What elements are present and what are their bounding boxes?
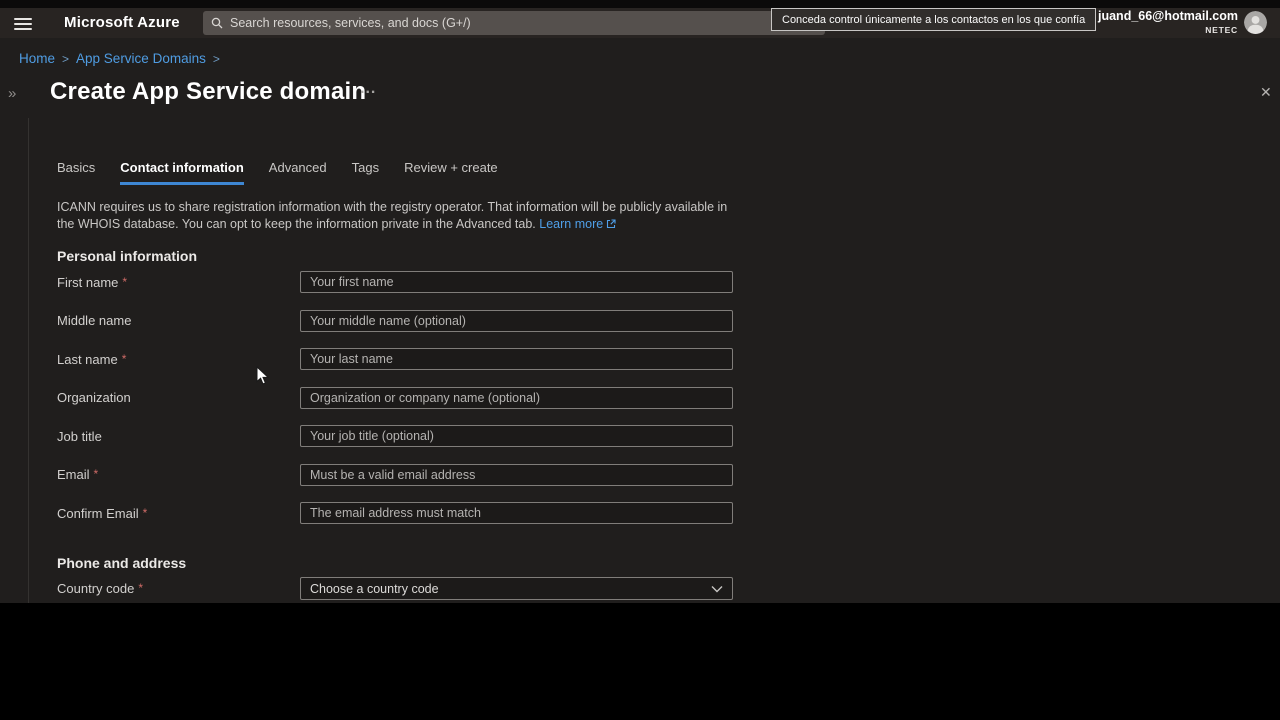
breadcrumb-separator-icon: > bbox=[62, 52, 69, 66]
tab-contact-information[interactable]: Contact information bbox=[120, 160, 244, 185]
avatar[interactable] bbox=[1244, 11, 1267, 34]
account-tenant: NETEC bbox=[1080, 26, 1238, 35]
search-input[interactable] bbox=[230, 16, 817, 30]
required-asterisk: * bbox=[122, 275, 127, 289]
last-name-label: Last name* bbox=[57, 352, 300, 367]
email-row: Email* bbox=[57, 464, 733, 486]
first-name-row: First name* bbox=[57, 271, 733, 293]
email-label: Email* bbox=[57, 467, 300, 482]
tooltip-text: Conceda control únicamente a los contact… bbox=[782, 14, 1085, 26]
middle-name-label: Middle name bbox=[57, 313, 300, 328]
breadcrumb-home[interactable]: Home bbox=[19, 51, 55, 66]
page-title: Create App Service domain bbox=[50, 78, 366, 106]
person-icon bbox=[1244, 11, 1267, 34]
chevron-down-icon bbox=[711, 585, 723, 593]
tab-tags[interactable]: Tags bbox=[352, 160, 379, 185]
middle-name-row: Middle name bbox=[57, 310, 733, 332]
last-name-row: Last name* bbox=[57, 348, 733, 370]
close-icon[interactable]: ✕ bbox=[1260, 84, 1272, 101]
tooltip-bubble: Conceda control únicamente a los contact… bbox=[771, 8, 1096, 31]
tab-review-create[interactable]: Review + create bbox=[404, 160, 498, 185]
external-link-icon bbox=[606, 217, 616, 234]
hamburger-menu-icon[interactable] bbox=[14, 15, 32, 30]
job-title-row: Job title bbox=[57, 425, 733, 447]
breadcrumb-app-service-domains[interactable]: App Service Domains bbox=[76, 51, 206, 66]
confirm-email-label: Confirm Email* bbox=[57, 506, 300, 521]
top-nav-bar: Microsoft Azure Conceda control únicamen… bbox=[0, 8, 1280, 38]
organization-row: Organization bbox=[57, 387, 733, 409]
expand-panel-icon[interactable]: » bbox=[8, 85, 16, 102]
first-name-label: First name* bbox=[57, 275, 300, 290]
last-name-input[interactable] bbox=[300, 348, 733, 370]
first-name-input[interactable] bbox=[300, 271, 733, 293]
azure-portal-window: Microsoft Azure Conceda control únicamen… bbox=[0, 0, 1280, 720]
top-strip bbox=[0, 0, 1280, 8]
job-title-label: Job title bbox=[57, 429, 300, 444]
required-asterisk: * bbox=[138, 581, 143, 595]
learn-more-link[interactable]: Learn more bbox=[539, 217, 616, 231]
country-code-row: Country code* Choose a country code bbox=[57, 577, 733, 600]
tab-basics[interactable]: Basics bbox=[57, 160, 95, 185]
required-asterisk: * bbox=[122, 352, 127, 366]
account-email: juand_66@hotmail.com bbox=[1080, 10, 1238, 24]
global-search-box[interactable] bbox=[203, 11, 825, 35]
organization-input[interactable] bbox=[300, 387, 733, 409]
tab-advanced[interactable]: Advanced bbox=[269, 160, 327, 185]
create-app-service-domain-blade: » Home > App Service Domains > Create Ap… bbox=[0, 38, 1280, 603]
phone-and-address-heading: Phone and address bbox=[57, 555, 186, 571]
email-input[interactable] bbox=[300, 464, 733, 486]
icann-info-text: ICANN requires us to share registration … bbox=[57, 199, 747, 234]
confirm-email-row: Confirm Email* bbox=[57, 502, 733, 524]
search-icon bbox=[211, 17, 223, 29]
confirm-email-input[interactable] bbox=[300, 502, 733, 524]
country-code-dropdown[interactable]: Choose a country code bbox=[300, 577, 733, 600]
breadcrumb-separator-icon: > bbox=[213, 52, 220, 66]
country-code-label: Country code* bbox=[57, 581, 300, 596]
required-asterisk: * bbox=[143, 506, 148, 520]
breadcrumb: Home > App Service Domains > bbox=[19, 51, 220, 66]
bottom-letterbox bbox=[0, 603, 1280, 720]
left-rail-divider bbox=[28, 118, 29, 603]
personal-information-heading: Personal information bbox=[57, 248, 197, 264]
country-code-value: Choose a country code bbox=[310, 582, 439, 596]
wizard-tabs: Basics Contact information Advanced Tags… bbox=[57, 160, 523, 185]
azure-logo[interactable]: Microsoft Azure bbox=[64, 14, 180, 31]
required-asterisk: * bbox=[94, 467, 99, 481]
job-title-input[interactable] bbox=[300, 425, 733, 447]
organization-label: Organization bbox=[57, 390, 300, 405]
account-info[interactable]: juand_66@hotmail.com NETEC bbox=[1080, 10, 1238, 35]
more-options-icon[interactable]: ... bbox=[360, 80, 376, 98]
personal-information-form: First name* Middle name Last name* Organ… bbox=[57, 271, 733, 541]
middle-name-input[interactable] bbox=[300, 310, 733, 332]
